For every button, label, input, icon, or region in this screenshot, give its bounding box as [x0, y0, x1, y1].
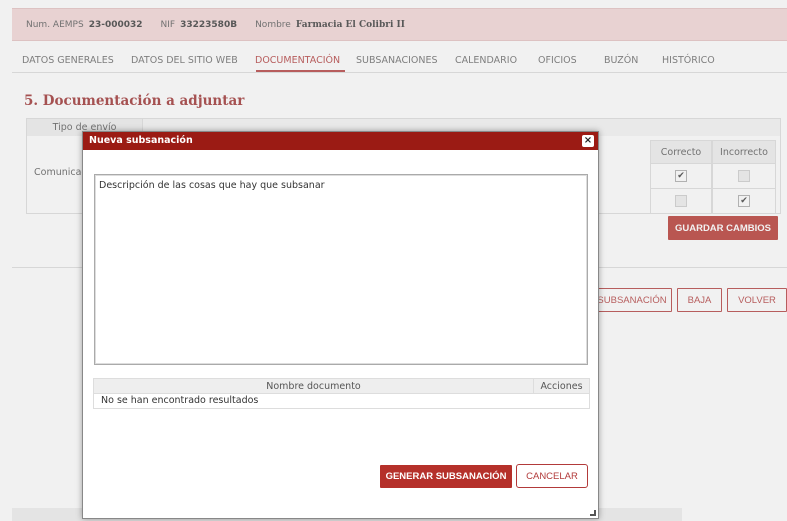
- resize-handle-icon[interactable]: [590, 510, 596, 516]
- documents-table-header: Nombre documento Acciones: [94, 379, 589, 394]
- nombre-documento-header: Nombre documento: [94, 379, 534, 393]
- nueva-subsanacion-dialog: Nueva subsanación × Descripción de las c…: [82, 131, 599, 519]
- description-text: Descripción de las cosas que hay que sub…: [99, 180, 325, 191]
- cancelar-button[interactable]: CANCELAR: [516, 464, 588, 488]
- generar-subsanacion-button[interactable]: GENERAR SUBSANACIÓN: [380, 465, 512, 488]
- empty-results-row: No se han encontrado resultados: [94, 394, 589, 408]
- close-icon[interactable]: ×: [582, 135, 594, 147]
- description-textarea[interactable]: Descripción de las cosas que hay que sub…: [94, 174, 588, 365]
- documents-table: Nombre documento Acciones No se han enco…: [93, 378, 590, 409]
- acciones-header: Acciones: [540, 381, 583, 392]
- dialog-title: Nueva subsanación ×: [83, 132, 598, 150]
- dialog-title-text: Nueva subsanación: [89, 135, 193, 146]
- footer-blank-area: [179, 456, 379, 492]
